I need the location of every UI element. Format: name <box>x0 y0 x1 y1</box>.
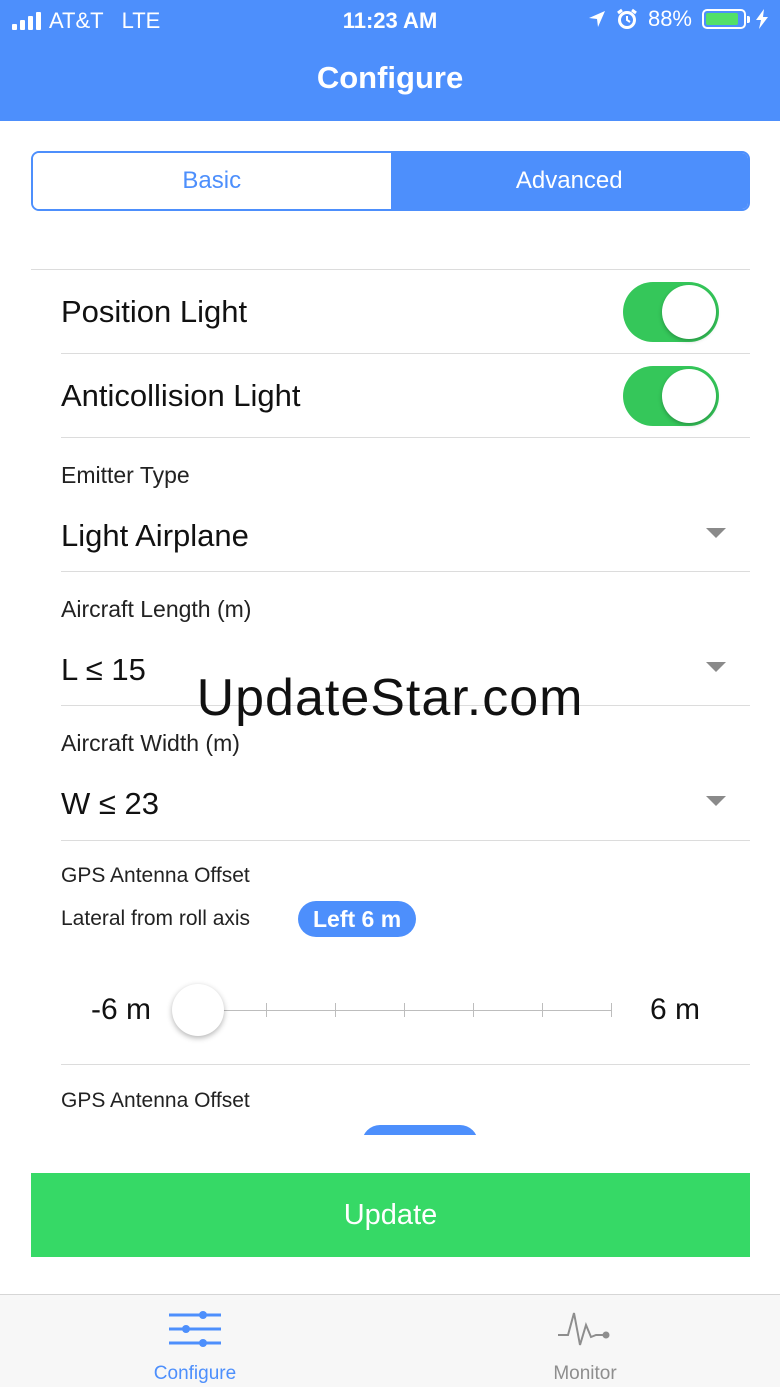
slider-tick <box>611 1003 612 1017</box>
gps-offset-label: GPS Antenna Offset <box>61 864 250 887</box>
emitter-type-select[interactable]: Light Airplane <box>61 518 249 554</box>
alarm-icon <box>617 8 637 29</box>
slider-tick <box>542 1003 543 1017</box>
watermark: UpdateStar.com <box>196 669 584 727</box>
segment-basic[interactable]: Basic <box>33 153 391 209</box>
page-title: Configure <box>316 60 464 95</box>
gps-offset-label-2: GPS Antenna Offset <box>61 1089 250 1112</box>
divider <box>61 1064 750 1065</box>
tab-configure-label: Configure <box>153 1363 237 1384</box>
tab-bar: Configure Monitor <box>0 1294 780 1387</box>
slider-track[interactable] <box>198 1010 612 1011</box>
gps-lateral-slider-thumb[interactable] <box>172 984 224 1036</box>
divider <box>61 353 750 354</box>
divider <box>31 269 750 270</box>
heartbeat-icon <box>558 1312 610 1346</box>
battery-level-fill <box>706 13 738 25</box>
slider-tick <box>404 1003 405 1017</box>
divider <box>61 840 750 841</box>
slider-max-label: 6 m <box>650 993 701 1026</box>
emitter-type-label: Emitter Type <box>61 462 190 488</box>
battery-percent: 88% <box>647 6 692 31</box>
gps-lateral-value-badge: Left 6 m <box>298 901 417 937</box>
sliders-icon <box>169 1311 221 1347</box>
anticollision-light-toggle[interactable] <box>623 366 719 426</box>
tab-monitor-label: Monitor <box>553 1363 617 1384</box>
divider <box>61 437 750 438</box>
aircraft-width-label: Aircraft Width (m) <box>61 730 240 756</box>
slider-min-label: -6 m <box>91 993 151 1026</box>
mode-segmented-control: Basic Advanced <box>31 151 750 211</box>
segment-advanced[interactable]: Advanced <box>390 153 748 209</box>
tab-configure[interactable]: Configure <box>0 1295 390 1387</box>
nav-header: AT&T LTE 11:23 AM 88% Configure <box>0 0 780 121</box>
chevron-down-icon[interactable] <box>706 528 726 538</box>
anticollision-light-label: Anticollision Light <box>61 378 301 413</box>
location-arrow-icon <box>588 11 605 27</box>
toggle-knob <box>662 369 716 423</box>
charging-bolt-icon <box>756 9 768 29</box>
status-right: 88% <box>588 6 768 32</box>
slider-tick <box>266 1003 267 1017</box>
divider <box>61 571 750 572</box>
aircraft-length-label: Aircraft Length (m) <box>61 596 252 622</box>
position-light-label: Position Light <box>61 294 248 329</box>
status-bar: AT&T LTE 11:23 AM 88% <box>0 0 780 40</box>
update-button[interactable]: Update <box>31 1173 750 1257</box>
aircraft-width-select[interactable]: W ≤ 23 <box>61 786 159 822</box>
gps-longitudinal-value-badge <box>362 1125 478 1135</box>
position-light-toggle[interactable] <box>623 282 719 342</box>
slider-tick <box>473 1003 474 1017</box>
toggle-knob <box>662 285 716 339</box>
battery-icon <box>702 9 750 29</box>
gps-lateral-sublabel: Lateral from roll axis <box>61 907 251 930</box>
chevron-down-icon[interactable] <box>706 796 726 806</box>
slider-tick <box>335 1003 336 1017</box>
tab-monitor[interactable]: Monitor <box>390 1295 780 1387</box>
